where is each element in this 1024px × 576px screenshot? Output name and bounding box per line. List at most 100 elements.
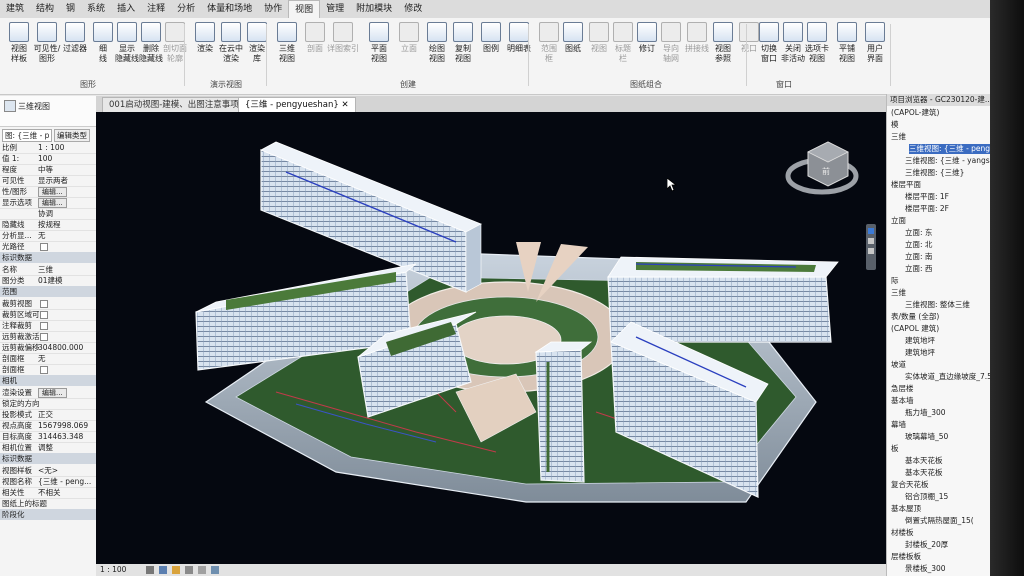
browser-tree-item[interactable]: 铝合顶棚_15 — [905, 492, 948, 502]
browser-tree-item[interactable]: 立面: 东 — [905, 228, 932, 238]
browser-tree-item[interactable]: 瓶力墙_300 — [905, 408, 946, 418]
browser-tree-item[interactable]: 表/数量 (全部) — [891, 312, 939, 322]
property-edit-button[interactable]: 编辑... — [38, 187, 67, 197]
browser-tree-item[interactable]: 立面: 北 — [905, 240, 932, 250]
property-checkbox[interactable] — [40, 366, 48, 374]
view-tab-0[interactable]: 001启动视图-建模、出图注意事项 — [102, 97, 246, 112]
browser-tree-item[interactable]: 三维 — [891, 132, 906, 142]
browser-tree-item[interactable]: 模 — [891, 120, 899, 130]
ribbon-tab-7[interactable]: 体量和场地 — [201, 0, 258, 18]
ribbon-tab-2[interactable]: 钢 — [60, 0, 81, 18]
property-checkbox[interactable] — [40, 243, 48, 251]
browser-tree-item[interactable]: 际 — [891, 276, 899, 286]
ribbon-tab-1[interactable]: 结构 — [30, 0, 60, 18]
ribbon-button-9[interactable]: 渲染 库 — [240, 22, 274, 64]
ribbon-tab-9[interactable]: 视图 — [288, 0, 321, 19]
ribbon-tab-11[interactable]: 附加模块 — [350, 0, 398, 18]
crop-view-icon[interactable] — [198, 566, 206, 574]
ribbon-tab-6[interactable]: 分析 — [171, 0, 201, 18]
ribbon-tab-0[interactable]: 建筑 — [0, 0, 30, 18]
browser-tree-item[interactable]: 幕墙 — [891, 420, 906, 430]
browser-tree-item[interactable]: 基本墙 — [891, 396, 914, 406]
instance-selector[interactable]: 图: {三维 - p — [2, 129, 53, 142]
property-name: 可见性 — [2, 176, 25, 185]
browser-tree-item[interactable]: 坡道 — [891, 360, 906, 370]
detail-level-icon[interactable] — [146, 566, 154, 574]
ribbon-button-label: 视图 样板 — [11, 44, 27, 63]
ribbon-button-6[interactable]: 剖切面 轮廓 — [158, 22, 192, 64]
project-browser-title: 项目浏览器 - GC230120-建... — [887, 94, 990, 106]
browser-tree-item[interactable]: 三维视图: {三维} — [905, 168, 964, 178]
ribbon-tab-4[interactable]: 插入 — [111, 0, 141, 18]
property-edit-button[interactable]: 编辑... — [38, 198, 67, 208]
browser-tree-item[interactable]: 基本天花板 — [905, 468, 943, 478]
browser-tree-item[interactable]: 三维视图: {三维 - yangshuiji — [905, 156, 990, 166]
ribbon-button-label: 平面 视图 — [371, 44, 387, 63]
ribbon-panel-label: 演示视图 — [210, 80, 242, 89]
browser-tree-item[interactable]: 立面 — [891, 216, 906, 226]
ribbon-button-32[interactable]: 用户 界面 — [858, 22, 892, 64]
ribbon-tab-3[interactable]: 系统 — [81, 0, 111, 18]
browser-tree-item[interactable]: 实体坡道_直边缘坡度_7.5% — [905, 372, 990, 382]
property-checkbox[interactable] — [40, 322, 48, 330]
property-section-header[interactable]: 相机 — [0, 375, 98, 386]
browser-tree-item[interactable]: 楼层平面: 1F — [905, 192, 949, 202]
edit-type-button[interactable]: 编辑类型 — [54, 129, 90, 142]
browser-tree-item[interactable]: 楼层平面 — [891, 180, 921, 190]
sun-path-icon[interactable] — [172, 566, 180, 574]
ribbon-button-18[interactable]: 明细表 — [502, 22, 536, 54]
ribbon-button-label: 过滤器 — [63, 44, 87, 53]
mouse-cursor-icon — [666, 177, 678, 195]
status-scale[interactable]: 1 : 100 — [100, 564, 126, 576]
browser-tree-item[interactable]: 三维视图: {三维 - pengyues — [909, 144, 990, 154]
ribbon-button-label: 视图 — [591, 44, 607, 53]
browser-tree-item[interactable]: 板 — [891, 444, 899, 454]
ribbon-tab-10[interactable]: 管理 — [320, 0, 350, 18]
browser-tree-item[interactable]: 楼层平面: 2F — [905, 204, 949, 214]
browser-tree-item[interactable]: (CAPOL 建筑) — [891, 324, 939, 334]
browser-tree-item[interactable]: 立面: 西 — [905, 264, 932, 274]
close-tab-icon[interactable]: ✕ — [339, 100, 348, 110]
ribbon-button-label: 图例 — [483, 44, 499, 53]
browser-tree-item[interactable]: 复合天花板 — [891, 480, 929, 490]
3d-viewport[interactable]: 前 — [96, 112, 886, 564]
browser-tree-item[interactable]: 基本天花板 — [905, 456, 943, 466]
lock-3d-view-icon[interactable] — [211, 566, 219, 574]
browser-tree-item[interactable]: 三维 — [891, 288, 906, 298]
property-section-header[interactable]: 标识数据 — [0, 252, 98, 263]
ribbon-button-30[interactable]: 选项卡 视图 — [800, 22, 834, 64]
ribbon-tab-5[interactable]: 注释 — [141, 0, 171, 18]
visual-style-icon[interactable] — [159, 566, 167, 574]
browser-tree-item[interactable]: 三维视图: 整体三维 — [905, 300, 970, 310]
ribbon-button-12[interactable]: 详图索引 — [326, 22, 360, 54]
browser-tree-item[interactable]: 玻璃幕墙_50 — [905, 432, 948, 442]
property-edit-button[interactable]: 编辑... — [38, 388, 67, 398]
browser-tree-item[interactable]: 倒置式隔热屋面_15( — [905, 516, 974, 526]
browser-tree-item[interactable]: (CAPOL-建筑) — [891, 108, 939, 118]
browser-tree-item[interactable]: 材楼板 — [891, 528, 914, 538]
browser-tree-item[interactable]: 封楼板_20厚 — [905, 540, 948, 550]
browser-tree-item[interactable]: 建筑地坪 — [905, 336, 935, 346]
view-tab-1[interactable]: {三维 - pengyueshan} ✕ — [238, 97, 356, 112]
property-section-header[interactable]: 范围 — [0, 286, 98, 297]
browser-tree-item[interactable]: 立面: 南 — [905, 252, 932, 262]
navigation-bar[interactable] — [866, 224, 876, 270]
property-checkbox[interactable] — [40, 300, 48, 308]
property-checkbox[interactable] — [40, 311, 48, 319]
browser-tree-item[interactable]: 建筑地坪 — [905, 348, 935, 358]
browser-tree-item[interactable]: 基本屋顶 — [891, 504, 921, 514]
browser-tree-item[interactable]: 层楼板板 — [891, 552, 921, 562]
ribbon-tab-8[interactable]: 协作 — [258, 0, 288, 18]
ribbon-tab-12[interactable]: 修改 — [398, 0, 428, 18]
property-name: 值 1: — [2, 154, 20, 163]
browser-tree-item[interactable]: 景楼板_300 — [905, 564, 946, 574]
property-section-header[interactable]: 标识数据 — [0, 453, 98, 464]
property-name: 相机位置 — [2, 443, 32, 452]
property-checkbox[interactable] — [40, 333, 48, 341]
ribbon-button-13[interactable]: 平面 视图 — [362, 22, 396, 64]
browser-tree-item[interactable]: 急层楼 — [891, 384, 914, 394]
viewcube[interactable]: 前 — [785, 141, 859, 195]
shadows-icon[interactable] — [185, 566, 193, 574]
ribbon-panel-separator — [266, 24, 267, 86]
property-section-header[interactable]: 阶段化 — [0, 509, 98, 520]
